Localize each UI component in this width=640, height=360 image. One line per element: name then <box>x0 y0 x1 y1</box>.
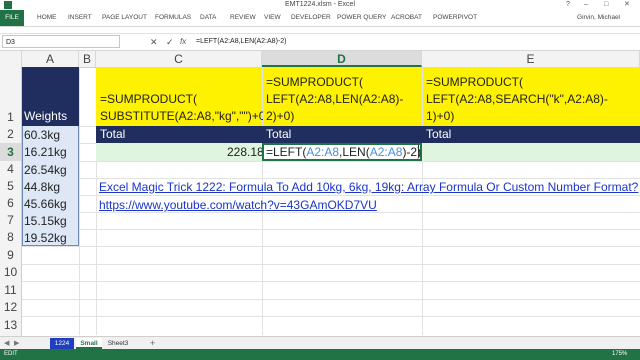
row-header-10[interactable]: 10 <box>0 264 22 281</box>
youtube-url-link[interactable]: https://www.youtube.com/watch?v=43GAmOKD… <box>99 198 377 212</box>
help-button[interactable]: ? <box>566 0 570 10</box>
cell-d1[interactable]: =SUMPRODUCT( LEFT(A2:A8,LEN(A2:A8)- 2)+0… <box>263 67 422 126</box>
cell-a4[interactable]: 26.54kg <box>24 163 67 177</box>
zoom-level[interactable]: 175% <box>612 349 627 360</box>
tab-powerpivot[interactable]: POWERPIVOT <box>433 10 477 26</box>
cell-a7[interactable]: 15.15kg <box>24 214 67 228</box>
select-all-corner[interactable] <box>0 51 22 67</box>
formula-text-c1: =SUMPRODUCT( SUBSTITUTE(A2:A8,"kg","")+0… <box>100 92 270 123</box>
cell-a1[interactable]: Weights <box>22 67 79 126</box>
cell-d2[interactable]: Total <box>266 127 291 141</box>
close-button[interactable]: ✕ <box>624 0 630 10</box>
row-header-5[interactable]: 5 <box>0 178 22 195</box>
cell-a6[interactable]: 45.66kg <box>24 197 67 211</box>
formula-input[interactable]: =LEFT(A2:A8,LEN(A2:A8)-2) <box>196 34 286 50</box>
video-title-link[interactable]: Excel Magic Trick 1222: Formula To Add 1… <box>99 180 638 194</box>
user-name[interactable]: Girvin, Michael <box>577 10 620 26</box>
sheet-tab-sheet3[interactable]: Sheet3 <box>104 338 132 349</box>
mode-indicator: EDIT <box>4 351 18 357</box>
maximize-button[interactable]: □ <box>604 0 608 10</box>
row-header-12[interactable]: 12 <box>0 299 22 316</box>
gridline <box>22 161 640 162</box>
tab-insert[interactable]: INSERT <box>68 10 92 26</box>
gridline <box>22 246 640 247</box>
row-header-11[interactable]: 11 <box>0 281 22 299</box>
gridline <box>22 178 640 179</box>
status-bar: EDIT 175% <box>0 349 640 360</box>
total-header-row <box>96 126 640 143</box>
d3-edit-text: =LEFT(A2:A8,LEN(A2:A8)-2) <box>266 145 421 159</box>
sheet-tab-small[interactable]: Small <box>76 338 102 349</box>
ribbon-tabs: HOME INSERT PAGE LAYOUT FORMULAS DATA RE… <box>0 10 640 27</box>
enter-icon[interactable]: ✓ <box>166 35 174 49</box>
tab-review[interactable]: REVIEW <box>230 10 256 26</box>
cell-e2[interactable]: Total <box>426 127 451 141</box>
fx-icon[interactable]: fx <box>180 35 186 49</box>
d3-edit-part-2: ,LEN( <box>339 145 370 159</box>
column-header-c[interactable]: C <box>96 51 262 67</box>
cell-d3-editing[interactable]: =LEFT(A2:A8,LEN(A2:A8)-2) <box>262 143 422 161</box>
tab-data[interactable]: DATA <box>200 10 216 26</box>
formula-text-d1: =SUMPRODUCT( LEFT(A2:A8,LEN(A2:A8)- 2)+0… <box>266 75 404 123</box>
row-header-13[interactable]: 13 <box>0 316 22 334</box>
row-header-9[interactable]: 9 <box>0 246 22 264</box>
row-header-3[interactable]: 3 <box>0 143 22 161</box>
sheet-tab-bar: ◀ ▶ 1224 Small Sheet3 + <box>0 336 640 350</box>
minimize-button[interactable]: – <box>584 0 588 10</box>
tab-file[interactable]: FILE <box>0 10 24 26</box>
column-headers: A B C D E <box>0 51 640 68</box>
tab-formulas[interactable]: FORMULAS <box>155 10 191 26</box>
name-box[interactable]: D3 <box>2 35 120 48</box>
formula-bar: D3 ✕ ✓ fx =LEFT(A2:A8,LEN(A2:A8)-2) <box>0 33 640 51</box>
column-header-e[interactable]: E <box>422 51 640 67</box>
gridline <box>79 67 80 335</box>
d3-range-ref-1: A2:A8 <box>306 145 340 159</box>
row-header-6[interactable]: 6 <box>0 195 22 212</box>
tab-power-query[interactable]: POWER QUERY <box>337 10 386 26</box>
d3-range-ref-2: A2:A8 <box>369 145 403 159</box>
cell-c2[interactable]: Total <box>100 127 125 141</box>
window-title: EMT1224.xlsm - Excel <box>284 1 356 8</box>
cell-c1[interactable]: =SUMPRODUCT( SUBSTITUTE(A2:A8,"kg","")+0… <box>96 67 269 126</box>
text-cursor-icon <box>418 145 419 157</box>
formula-text-e1: =SUMPRODUCT( LEFT(A2:A8,SEARCH("k",A2:A8… <box>426 75 608 123</box>
cell-c3[interactable]: 228.18 <box>227 145 264 159</box>
gridline <box>22 264 640 265</box>
row-header-1[interactable]: 1 <box>0 67 22 126</box>
row-header-4[interactable]: 4 <box>0 161 22 178</box>
cell-a5[interactable]: 44.8kg <box>24 180 60 194</box>
cell-a8[interactable]: 19.52kg <box>24 231 67 245</box>
tab-view[interactable]: VIEW <box>264 10 281 26</box>
cell-e1[interactable]: =SUMPRODUCT( LEFT(A2:A8,SEARCH("k",A2:A8… <box>423 67 640 126</box>
column-header-a[interactable]: A <box>22 51 79 67</box>
gridline <box>22 299 640 300</box>
cancel-icon[interactable]: ✕ <box>150 35 158 49</box>
row-header-2[interactable]: 2 <box>0 126 22 143</box>
tab-acrobat[interactable]: ACROBAT <box>391 10 422 26</box>
tab-home[interactable]: HOME <box>37 10 57 26</box>
tab-page-layout[interactable]: PAGE LAYOUT <box>102 10 147 26</box>
sheet-tab-1224[interactable]: 1224 <box>50 338 74 349</box>
cell-a3[interactable]: 16.21kg <box>24 145 67 159</box>
cell-a2[interactable]: 60.3kg <box>24 128 60 142</box>
d3-edit-part-1: =LEFT( <box>266 145 307 159</box>
gridline <box>22 229 640 230</box>
tab-developer[interactable]: DEVELOPER <box>291 10 331 26</box>
gridline <box>22 281 640 282</box>
gridline <box>22 212 640 213</box>
weights-header: Weights <box>24 109 68 123</box>
title-bar: EMT1224.xlsm - Excel ? – □ ✕ <box>0 0 640 10</box>
gridline <box>22 195 640 196</box>
row-header-8[interactable]: 8 <box>0 229 22 246</box>
column-header-d[interactable]: D <box>262 51 422 67</box>
row-header-7[interactable]: 7 <box>0 212 22 229</box>
gridline <box>22 316 640 317</box>
column-header-b[interactable]: B <box>79 51 96 67</box>
